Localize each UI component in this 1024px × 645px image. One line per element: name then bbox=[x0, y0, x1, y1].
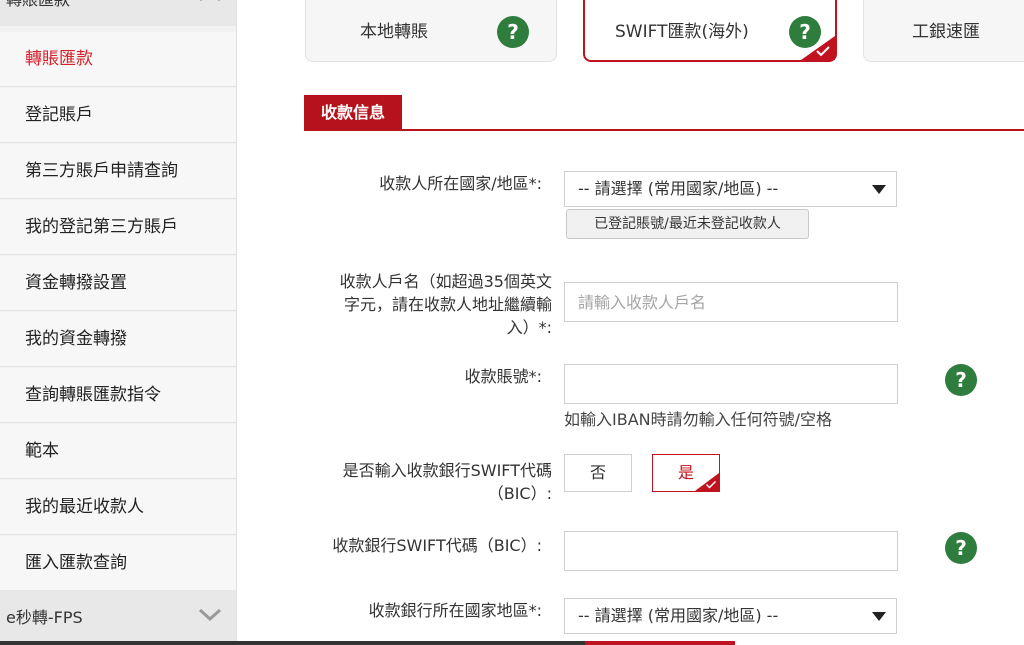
dropdown-arrow-icon bbox=[872, 185, 886, 194]
sidebar-item-third-party-inquiry[interactable]: 第三方賬戶申請查詢 bbox=[0, 144, 236, 199]
sidebar-item-label: 我的最近收款人 bbox=[25, 497, 144, 517]
sidebar-item-label: 我的資金轉撥 bbox=[25, 329, 127, 349]
dropdown-arrow-icon bbox=[872, 612, 886, 621]
help-icon[interactable]: ? bbox=[497, 16, 529, 48]
label-line: 入）*: bbox=[506, 318, 552, 337]
main-content: 本地轉賬 ? SWIFT匯款(海外) ? 工銀速匯 收款信息 收款人所在國家/地… bbox=[238, 0, 1024, 645]
tab-label: 工銀速匯 bbox=[912, 22, 980, 42]
sidebar: 轉賬匯款 轉賬匯款 登記賬戶 第三方賬戶申請查詢 我的登記第三方賬戶 資金轉撥設… bbox=[0, 0, 237, 645]
section-title: 收款信息 bbox=[304, 95, 402, 129]
country-label: 收款人所在國家/地區*: bbox=[379, 174, 542, 193]
option-label: 是 bbox=[677, 463, 694, 482]
account-name-label: 收款人戶名（如超過35個英文 字元，請在收款人地址繼續輸 入）*: bbox=[298, 270, 552, 339]
label-line: （BIC）: bbox=[487, 484, 552, 503]
account-number-input[interactable] bbox=[564, 364, 898, 404]
sidebar-group-fps[interactable]: e秒轉-FPS bbox=[0, 590, 236, 645]
country-select[interactable]: -- 請選擇 (常用國家/地區) -- bbox=[564, 171, 897, 207]
sidebar-item-register-account[interactable]: 登記賬戶 bbox=[0, 88, 236, 143]
label-line: 是否輸入收款銀行SWIFT代碼 bbox=[342, 461, 552, 480]
sidebar-item-label: 查詢轉賬匯款指令 bbox=[25, 385, 161, 405]
swift-yes-option[interactable]: 是 bbox=[652, 454, 720, 492]
sidebar-item-label: 轉賬匯款 bbox=[25, 49, 93, 69]
swift-toggle-label: 是否輸入收款銀行SWIFT代碼 （BIC）: bbox=[298, 459, 552, 505]
sidebar-item-query-instructions[interactable]: 查詢轉賬匯款指令 bbox=[0, 368, 236, 423]
tab-label: 本地轉賬 bbox=[360, 22, 428, 42]
account-number-label: 收款賬號*: bbox=[464, 367, 542, 386]
swift-no-option[interactable]: 否 bbox=[564, 454, 632, 492]
sidebar-item-inward-remittance-inquiry[interactable]: 匯入匯款查詢 bbox=[0, 536, 236, 591]
tab-swift-remittance[interactable]: SWIFT匯款(海外) ? bbox=[583, 0, 837, 62]
swift-code-label: 收款銀行SWIFT代碼（BIC）: bbox=[332, 536, 542, 555]
bottom-bar-accent bbox=[585, 641, 735, 645]
sidebar-item-label: 第三方賬戶申請查詢 bbox=[25, 161, 178, 181]
select-value: -- 請選擇 (常用國家/地區) -- bbox=[578, 179, 779, 198]
bottom-bar bbox=[0, 641, 585, 645]
sidebar-group-transfer[interactable]: 轉賬匯款 bbox=[0, 0, 236, 26]
sidebar-item-templates[interactable]: 範本 bbox=[0, 424, 236, 479]
iban-hint: 如輸入IBAN時請勿輸入任何符號/空格 bbox=[564, 410, 833, 429]
bank-country-label: 收款銀行所在國家地區*: bbox=[368, 601, 542, 620]
sidebar-item-transfer-remittance[interactable]: 轉賬匯款 bbox=[0, 32, 236, 87]
checkmark-icon bbox=[705, 480, 717, 489]
sidebar-item-my-third-party-accounts[interactable]: 我的登記第三方賬戶 bbox=[0, 200, 236, 255]
sidebar-item-my-fund-sweep[interactable]: 我的資金轉撥 bbox=[0, 312, 236, 367]
tab-local-transfer[interactable]: 本地轉賬 ? bbox=[305, 0, 557, 62]
label-line: 字元，請在收款人地址繼續輸 bbox=[343, 295, 552, 314]
tab-icbc-express[interactable]: 工銀速匯 bbox=[863, 0, 1024, 62]
sidebar-group-label: e秒轉-FPS bbox=[6, 608, 83, 627]
label-line: 收款人戶名（如超過35個英文 bbox=[339, 272, 552, 291]
sidebar-item-recent-payees[interactable]: 我的最近收款人 bbox=[0, 480, 236, 535]
sidebar-item-label: 範本 bbox=[25, 441, 59, 461]
bank-country-select[interactable]: -- 請選擇 (常用國家/地區) -- bbox=[564, 598, 897, 634]
sidebar-item-label: 匯入匯款查詢 bbox=[25, 553, 127, 573]
lookup-payee-button[interactable]: 已登記賬號/最近未登記收款人 bbox=[566, 209, 809, 239]
sidebar-item-label: 資金轉撥設置 bbox=[25, 273, 127, 293]
chevron-down-icon[interactable] bbox=[196, 590, 224, 642]
swift-code-input[interactable] bbox=[564, 531, 898, 571]
help-icon[interactable]: ? bbox=[945, 364, 977, 396]
sidebar-item-fund-sweep-settings[interactable]: 資金轉撥設置 bbox=[0, 256, 236, 311]
section-divider bbox=[304, 129, 1024, 131]
sidebar-group-label: 轉賬匯款 bbox=[6, 0, 70, 9]
chevron-up-icon[interactable] bbox=[196, 0, 224, 26]
sidebar-item-label: 登記賬戶 bbox=[25, 105, 93, 125]
sidebar-item-label: 我的登記第三方賬戶 bbox=[25, 217, 178, 237]
select-value: -- 請選擇 (常用國家/地區) -- bbox=[578, 606, 779, 625]
help-icon[interactable]: ? bbox=[945, 532, 977, 564]
account-name-input[interactable] bbox=[564, 282, 898, 322]
checkmark-icon bbox=[816, 46, 830, 57]
tab-label: SWIFT匯款(海外) bbox=[615, 22, 749, 42]
